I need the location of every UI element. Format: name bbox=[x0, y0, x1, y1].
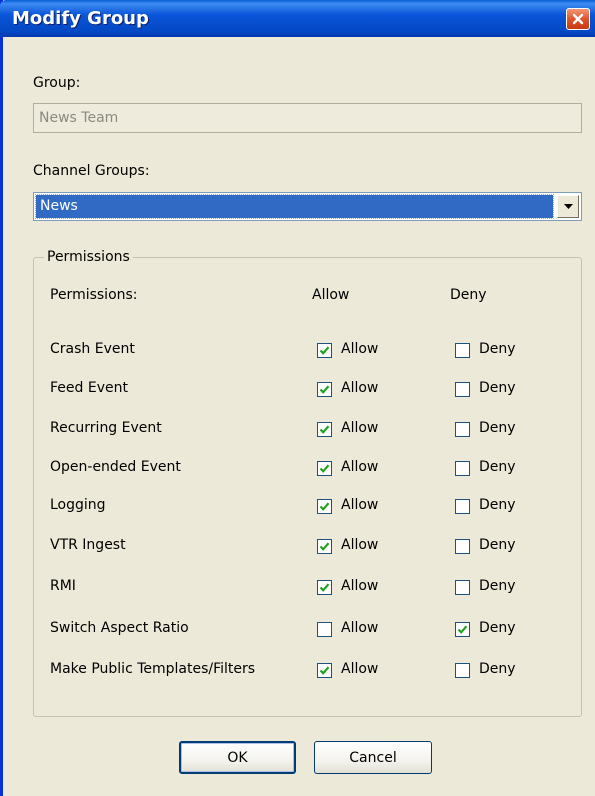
allow-checkbox[interactable] bbox=[317, 343, 332, 358]
permission-name: Open-ended Event bbox=[50, 459, 181, 475]
deny-checkbox[interactable] bbox=[455, 382, 470, 397]
checkmark-icon bbox=[319, 464, 330, 473]
permissions-groupbox bbox=[33, 257, 582, 717]
deny-checkbox[interactable] bbox=[455, 422, 470, 437]
allow-checkbox-label[interactable]: Allow bbox=[341, 420, 378, 436]
permissions-legend: Permissions bbox=[44, 249, 133, 265]
allow-checkbox[interactable] bbox=[317, 422, 332, 437]
permission-name: RMI bbox=[50, 578, 76, 594]
deny-checkbox[interactable] bbox=[455, 461, 470, 476]
channel-groups-select[interactable]: News bbox=[33, 192, 582, 221]
deny-checkbox-label[interactable]: Deny bbox=[479, 459, 516, 475]
deny-checkbox[interactable] bbox=[455, 663, 470, 678]
permission-name: Switch Aspect Ratio bbox=[50, 620, 189, 636]
dropdown-button[interactable] bbox=[557, 195, 579, 218]
channel-groups-label: Channel Groups: bbox=[33, 163, 150, 179]
permission-name: Feed Event bbox=[50, 380, 128, 396]
allow-checkbox-label[interactable]: Allow bbox=[341, 497, 378, 513]
close-button[interactable] bbox=[566, 8, 590, 30]
deny-checkbox-label[interactable]: Deny bbox=[479, 420, 516, 436]
group-name-field[interactable]: News Team bbox=[33, 103, 582, 133]
allow-checkbox-label[interactable]: Allow bbox=[341, 578, 378, 594]
allow-checkbox[interactable] bbox=[317, 580, 332, 595]
close-icon bbox=[572, 13, 584, 25]
permission-name: Make Public Templates/Filters bbox=[50, 661, 256, 677]
allow-checkbox[interactable] bbox=[317, 461, 332, 476]
window-title: Modify Group bbox=[12, 8, 149, 29]
deny-checkbox-label[interactable]: Deny bbox=[479, 578, 516, 594]
deny-checkbox[interactable] bbox=[455, 622, 470, 637]
checkmark-icon bbox=[319, 385, 330, 394]
group-label: Group: bbox=[33, 75, 81, 91]
title-bar[interactable]: Modify Group bbox=[0, 0, 595, 37]
allow-checkbox[interactable] bbox=[317, 499, 332, 514]
allow-checkbox[interactable] bbox=[317, 622, 332, 637]
allow-checkbox[interactable] bbox=[317, 539, 332, 554]
allow-column-header: Allow bbox=[312, 287, 350, 303]
window-border bbox=[0, 0, 3, 796]
permissions-column-header: Permissions: bbox=[50, 287, 138, 303]
deny-checkbox[interactable] bbox=[455, 499, 470, 514]
allow-checkbox-label[interactable]: Allow bbox=[341, 380, 378, 396]
channel-groups-selected-value: News bbox=[35, 194, 554, 219]
checkmark-icon bbox=[319, 666, 330, 675]
deny-checkbox[interactable] bbox=[455, 580, 470, 595]
deny-column-header: Deny bbox=[450, 287, 487, 303]
chevron-down-icon bbox=[563, 203, 573, 209]
allow-checkbox-label[interactable]: Allow bbox=[341, 459, 378, 475]
checkmark-icon bbox=[319, 583, 330, 592]
deny-checkbox-label[interactable]: Deny bbox=[479, 537, 516, 553]
allow-checkbox-label[interactable]: Allow bbox=[341, 620, 378, 636]
checkmark-icon bbox=[319, 346, 330, 355]
permission-name: Crash Event bbox=[50, 341, 135, 357]
allow-checkbox[interactable] bbox=[317, 382, 332, 397]
permission-name: Recurring Event bbox=[50, 420, 162, 436]
deny-checkbox-label[interactable]: Deny bbox=[479, 380, 516, 396]
permission-name: Logging bbox=[50, 497, 106, 513]
checkmark-icon bbox=[319, 542, 330, 551]
checkmark-icon bbox=[319, 425, 330, 434]
ok-button[interactable]: OK bbox=[179, 741, 296, 774]
allow-checkbox-label[interactable]: Allow bbox=[341, 537, 378, 553]
deny-checkbox[interactable] bbox=[455, 343, 470, 358]
allow-checkbox-label[interactable]: Allow bbox=[341, 661, 378, 677]
cancel-button[interactable]: Cancel bbox=[314, 741, 432, 774]
deny-checkbox-label[interactable]: Deny bbox=[479, 341, 516, 357]
checkmark-icon bbox=[319, 502, 330, 511]
modify-group-dialog: Modify Group Group: News Team Channel Gr… bbox=[0, 0, 595, 796]
deny-checkbox-label[interactable]: Deny bbox=[479, 497, 516, 513]
allow-checkbox-label[interactable]: Allow bbox=[341, 341, 378, 357]
checkmark-icon bbox=[457, 625, 468, 634]
deny-checkbox-label[interactable]: Deny bbox=[479, 620, 516, 636]
permission-name: VTR Ingest bbox=[50, 537, 126, 553]
deny-checkbox[interactable] bbox=[455, 539, 470, 554]
allow-checkbox[interactable] bbox=[317, 663, 332, 678]
deny-checkbox-label[interactable]: Deny bbox=[479, 661, 516, 677]
